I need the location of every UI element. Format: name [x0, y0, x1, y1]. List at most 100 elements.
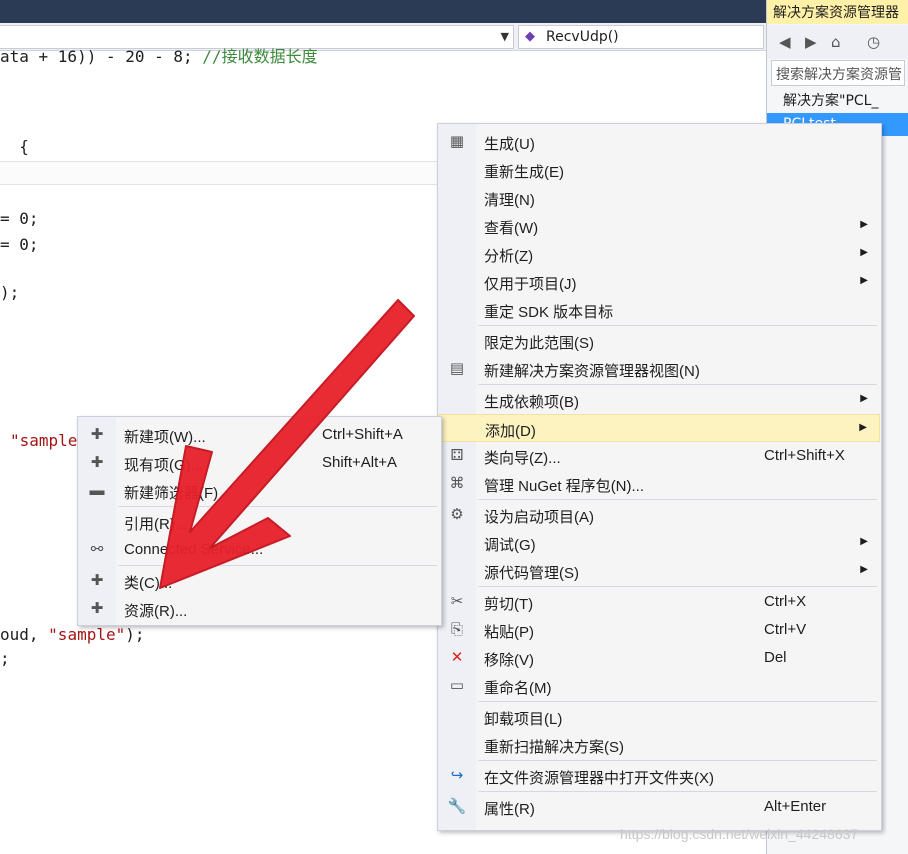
- paste-icon: ⎘: [450, 621, 463, 638]
- menu-item-label: 重新生成(E): [484, 164, 564, 181]
- resource-icon: ✚: [90, 600, 104, 617]
- menu-item[interactable]: ⚃ 类向导(Z)... Ctrl+Shift+X: [439, 442, 880, 470]
- menu-item[interactable]: ✂ 剪切(T) Ctrl+X: [439, 588, 880, 616]
- menu-item[interactable]: 重新生成(E): [439, 156, 880, 184]
- history-icon[interactable]: ◷: [867, 33, 880, 51]
- menu-item-label: 在文件资源管理器中打开文件夹(X): [484, 770, 714, 787]
- menu-item-label: 新建解决方案资源管理器视图(N): [484, 363, 700, 380]
- wrench-icon: 🔧: [447, 798, 467, 815]
- menu-separator: [478, 325, 877, 326]
- menu-item[interactable]: 重定 SDK 版本目标: [439, 296, 880, 324]
- new-filter-icon: ▬: [89, 482, 105, 499]
- menu-item-shortcut: Ctrl+X: [764, 593, 807, 610]
- code-line: {: [0, 137, 29, 156]
- menu-item[interactable]: ↪ 在文件资源管理器中打开文件夹(X): [439, 762, 880, 790]
- menu-item[interactable]: 重新扫描解决方案(S): [439, 731, 880, 759]
- menu-item[interactable]: ⚙ 设为启动项目(A): [439, 501, 880, 529]
- open-folder-icon: ↪: [450, 767, 464, 784]
- member-label: RecvUdp(): [546, 29, 619, 45]
- menu-separator: [478, 760, 877, 761]
- menu-item-label: 粘贴(P): [484, 624, 534, 641]
- existing-item-icon: ✚: [90, 454, 104, 471]
- menu-item[interactable]: 清理(N): [439, 184, 880, 212]
- code-line: );: [0, 283, 20, 302]
- member-dropdown[interactable]: ◆ RecvUdp(): [518, 25, 764, 49]
- menu-item-shortcut: Shift+Alt+A: [322, 454, 398, 471]
- menu-item[interactable]: 分析(Z) ▶: [439, 240, 880, 268]
- menu-item[interactable]: ✚ 类(C)...: [79, 567, 440, 595]
- submenu-arrow-icon: ▶: [860, 564, 868, 575]
- submenu-arrow-icon: ▶: [860, 219, 868, 230]
- menu-item[interactable]: 调试(G) ▶: [439, 529, 880, 557]
- menu-item-label: 分析(Z): [484, 248, 534, 265]
- menu-item-label: 添加(D): [485, 423, 536, 440]
- menu-item-label: 调试(G): [484, 537, 536, 554]
- menu-item-label: 仅用于项目(J): [484, 276, 577, 293]
- menu-item[interactable]: ▤ 新建解决方案资源管理器视图(N): [439, 355, 880, 383]
- back-icon[interactable]: ◀: [779, 33, 791, 51]
- menu-item-shortcut: Ctrl+Shift+A: [322, 426, 403, 443]
- gear-icon: ⚙: [450, 506, 464, 523]
- tree-item[interactable]: 解决方案"PCL_: [767, 90, 908, 113]
- menu-item-shortcut: Del: [764, 649, 787, 666]
- menu-item[interactable]: ⎘ 粘贴(P) Ctrl+V: [439, 616, 880, 644]
- menu-item[interactable]: 源代码管理(S) ▶: [439, 557, 880, 585]
- menu-item[interactable]: 卸载项目(L): [439, 703, 880, 731]
- menu-item[interactable]: ▬ 新建筛选器(F): [79, 477, 440, 505]
- menu-separator: [118, 565, 437, 566]
- code-line: oud, "sample");: [0, 625, 145, 644]
- menu-item-label: 重命名(M): [484, 680, 552, 697]
- menu-item[interactable]: ✕ 移除(V) Del: [439, 644, 880, 672]
- menu-item-label: 管理 NuGet 程序包(N)...: [484, 478, 645, 495]
- menu-separator: [478, 499, 877, 500]
- menu-item-label: 查看(W): [484, 220, 539, 237]
- menu-item[interactable]: 仅用于项目(J) ▶: [439, 268, 880, 296]
- title-strip: [0, 0, 766, 23]
- menu-item-label: 引用(R)...: [124, 516, 188, 533]
- menu-item-shortcut: Ctrl+V: [764, 621, 807, 638]
- menu-item-label: 重新扫描解决方案(S): [484, 739, 624, 756]
- menu-item[interactable]: ⌘ 管理 NuGet 程序包(N)...: [439, 470, 880, 498]
- solution-search-input[interactable]: 搜索解决方案资源管: [771, 60, 905, 86]
- menu-item-label: 现有项(G)...: [124, 457, 204, 474]
- menu-item[interactable]: ⚯ Connected Service...: [79, 536, 440, 564]
- menu-item-label: 新建筛选器(F): [124, 485, 219, 502]
- class-icon: ✚: [90, 572, 104, 589]
- menu-item-label: 源代码管理(S): [484, 565, 579, 582]
- menu-separator: [478, 701, 877, 702]
- menu-item-label: 移除(V): [484, 652, 534, 669]
- menu-item-label: 属性(R): [484, 801, 535, 818]
- menu-separator: [478, 384, 877, 385]
- home-icon[interactable]: ⌂: [831, 33, 841, 51]
- menu-item-label: 新建项(W)...: [124, 429, 206, 446]
- solution-explorer-title: 解决方案资源管理器: [767, 0, 908, 24]
- menu-item-label: 类向导(Z)...: [484, 450, 561, 467]
- menu-item[interactable]: ▦ 生成(U): [439, 128, 880, 156]
- forward-icon[interactable]: ▶: [805, 33, 817, 51]
- menu-item[interactable]: ✚ 资源(R)...: [79, 595, 440, 623]
- menu-separator: [478, 791, 877, 792]
- menu-item[interactable]: 引用(R)...: [79, 508, 440, 536]
- chevron-down-icon: ▼: [500, 30, 509, 43]
- nuget-icon: ⌘: [449, 475, 465, 492]
- submenu-arrow-icon: ▶: [859, 422, 867, 433]
- menu-item[interactable]: ✚ 新建项(W)... Ctrl+Shift+A: [79, 421, 440, 449]
- menu-item[interactable]: ▭ 重命名(M): [439, 672, 880, 700]
- submenu-arrow-icon: ▶: [860, 536, 868, 547]
- menu-item-label: Connected Service...: [124, 541, 264, 558]
- menu-item[interactable]: ✚ 现有项(G)... Shift+Alt+A: [79, 449, 440, 477]
- menu-item-label: 生成(U): [484, 136, 535, 153]
- solution-explorer-toolbar: ◀ ▶ ⌂ ◷: [767, 25, 908, 59]
- submenu-arrow-icon: ▶: [860, 247, 868, 258]
- menu-item[interactable]: 🔧 属性(R) Alt+Enter: [439, 793, 880, 821]
- menu-item[interactable]: 限定为此范围(S): [439, 327, 880, 355]
- menu-item[interactable]: 生成依赖项(B) ▶: [439, 386, 880, 414]
- class-wizard-icon: ⚃: [450, 447, 464, 464]
- menu-item[interactable]: 查看(W) ▶: [439, 212, 880, 240]
- menu-item-shortcut: Ctrl+Shift+X: [764, 447, 845, 464]
- remove-icon: ✕: [450, 649, 464, 666]
- menu-item-label: 类(C)...: [124, 575, 173, 592]
- code-line: ;: [0, 649, 10, 668]
- menu-item-shortcut: Alt+Enter: [764, 798, 827, 815]
- menu-item[interactable]: 添加(D) ▶: [439, 414, 880, 442]
